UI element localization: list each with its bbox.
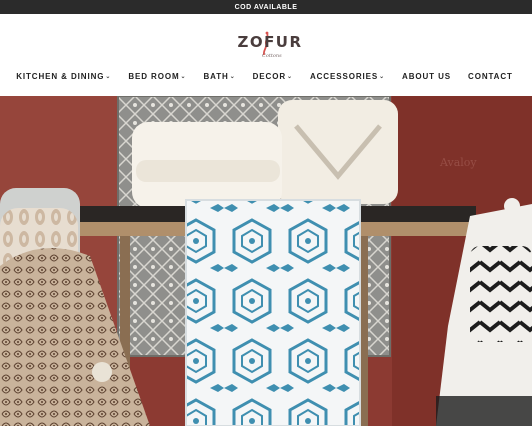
hero-image: Avaloy	[0, 96, 532, 426]
brand-name: ZOFUR	[237, 33, 303, 51]
nav-item-label: DECOR	[252, 71, 287, 81]
nav-item-about-us[interactable]: ABOUT US	[402, 72, 451, 81]
nav-item-kitchen-dining[interactable]: KITCHEN & DINING ⌄	[16, 72, 111, 81]
nav-item-bed-room[interactable]: BED ROOM ⌄	[128, 72, 186, 81]
nav-item-label: CONTACT	[468, 71, 513, 81]
nav-item-label: ABOUT US	[402, 71, 452, 81]
brand-logo[interactable]: ZOFUR Cottons	[230, 31, 310, 71]
nav-item-accessories[interactable]: ACCESSORIES ⌄	[310, 72, 385, 81]
nav-item-contact[interactable]: CONTACT	[468, 72, 513, 81]
nav-item-label: KITCHEN & DINING	[16, 71, 105, 81]
nav-item-label: BATH	[203, 71, 229, 81]
main-nav: S ⌄ KITCHEN & DINING ⌄ BED ROOM ⌄ BATH ⌄…	[0, 70, 530, 82]
announcement-bar: COD AVAILABLE	[0, 0, 532, 14]
nav-item-decor[interactable]: DECOR ⌄	[253, 72, 293, 81]
chevron-down-icon: ⌄	[379, 73, 386, 80]
chevron-down-icon: ⌄	[105, 73, 112, 80]
announcement-text: COD AVAILABLE	[234, 3, 298, 11]
site-header: ZOFUR Cottons S ⌄ KITCHEN & DINING ⌄ BED…	[0, 14, 532, 96]
nav-item-label: ACCESSORIES	[309, 71, 379, 81]
chevron-down-icon: ⌄	[180, 73, 187, 80]
hero-banner[interactable]: Avaloy	[0, 96, 532, 426]
brand-tagline: Cottons	[262, 53, 282, 59]
svg-text:Avaloy: Avaloy	[439, 156, 477, 169]
chevron-down-icon: ⌄	[287, 73, 293, 80]
chevron-down-icon: ⌄	[229, 73, 236, 80]
nav-item-bath[interactable]: BATH ⌄	[203, 72, 235, 81]
nav-item-label: BED ROOM	[128, 71, 180, 81]
